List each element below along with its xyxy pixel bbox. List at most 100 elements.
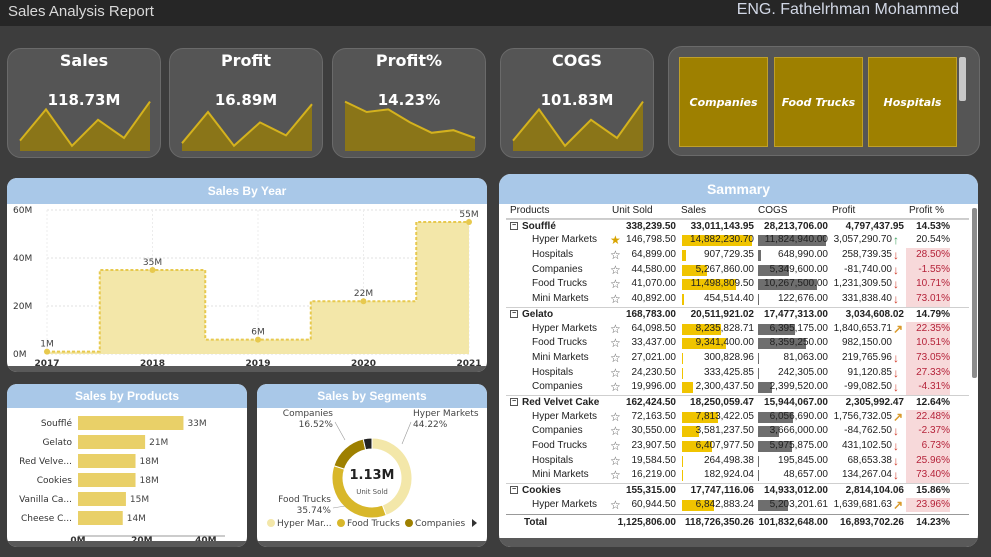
legend-swatch	[267, 519, 275, 527]
panel-title: Sammary	[499, 174, 978, 204]
column-header[interactable]: Unit Sold	[612, 204, 653, 219]
table-row[interactable]: Food Trucks ☆ 41,070.00 11,498,809.50 10,267…	[506, 277, 969, 293]
sales-by-products-chart[interactable]: Soufflé 33M Gelato 21M Red Velve... 18M Cookie…	[7, 408, 247, 541]
bar[interactable]	[78, 435, 146, 449]
bar[interactable]	[78, 492, 126, 506]
kpi-card-profit-pct[interactable]: Profit% 14.23%	[332, 48, 486, 158]
profit: 4,797,437.95	[845, 220, 904, 232]
table-row[interactable]: Companies ☆ 44,580.00 5,267,860.00 5,349,600…	[506, 262, 969, 278]
profit-pct: 22.35%	[906, 321, 950, 337]
table-row[interactable]: Hyper Markets ☆ 60,944.50 6,842,883.24 5,203…	[506, 497, 969, 513]
segment-name: Hospitals	[532, 454, 574, 466]
table-group-row[interactable]: − Red Velvet Cake 162,424.50 18,250,059.47 1…	[506, 394, 969, 410]
summary-scrollbar[interactable]	[972, 208, 977, 378]
column-header[interactable]: Products	[510, 204, 549, 219]
sparkline-area	[345, 101, 475, 151]
arrow-up-icon: ↑	[893, 233, 899, 248]
column-header[interactable]: Profit	[832, 204, 855, 219]
report-title: Sales Analysis Report	[8, 3, 154, 20]
segment-name: Companies	[532, 263, 583, 275]
donut-slice[interactable]	[333, 438, 367, 470]
table-group-row[interactable]: − Cookies 155,315.00 17,747,116.06 14,933,01…	[506, 483, 969, 498]
segment-name: Food Trucks	[532, 440, 588, 451]
unit-sold: 16,219.00	[631, 469, 677, 481]
table-row[interactable]: Food Trucks ☆ 33,437.00 9,341,400.00 8,359,2…	[506, 336, 969, 351]
collapse-icon[interactable]: −	[510, 222, 518, 231]
kpi-sparkline	[19, 101, 151, 151]
arrow-up-right-icon: ↗	[893, 321, 904, 336]
bar-value-label: 21M	[149, 438, 168, 448]
cogs: 17,477,313.00	[764, 308, 828, 320]
table-row[interactable]: Hyper Markets ★ 146,798.50 14,882,230.70 11,…	[506, 233, 969, 248]
cogs: 14,933,012.00	[764, 485, 828, 497]
table-group-row[interactable]: − Gelato 168,783.00 20,511,921.02 17,477,313…	[506, 306, 969, 322]
data-label: 55M	[459, 210, 478, 220]
table-row[interactable]: Companies ☆ 30,550.00 3,581,237.50 3,666,000…	[506, 424, 969, 439]
table-row[interactable]: Hospitals ☆ 64,899.00 907,729.35 648,990.00 2…	[506, 248, 969, 263]
panel-title: Sales By Year	[7, 178, 487, 204]
unit-sold: 40,892.00	[631, 293, 677, 305]
profit-pct: 73.40%	[906, 468, 950, 484]
bar[interactable]	[78, 511, 123, 525]
kpi-card-cogs[interactable]: COGS 101.83M	[500, 48, 654, 158]
cogs: 8,359,250.00	[769, 337, 828, 349]
sales: 454,514.40	[703, 293, 754, 305]
table-row[interactable]: Hyper Markets ☆ 64,098.50 8,235,828.71 6,395…	[506, 321, 969, 337]
unit-sold: 64,899.00	[631, 249, 677, 261]
segment-name: Food Trucks	[532, 278, 588, 290]
profit-pct: 6.73%	[906, 439, 950, 454]
cogs: 11,824,940.00	[764, 234, 828, 246]
table-row[interactable]: Companies ☆ 19,996.00 2,300,437.50 2,399,520…	[506, 380, 969, 395]
profit-pct: -2.37%	[906, 424, 950, 439]
collapse-icon[interactable]: −	[510, 310, 518, 319]
cogs: 2,399,520.00	[769, 381, 828, 393]
profit-pct: 14.79%	[916, 308, 950, 320]
profit: 1,840,653.71	[833, 322, 892, 334]
legend-next-icon[interactable]	[472, 519, 477, 527]
sales: 33,011,143.95	[690, 220, 754, 232]
bar[interactable]	[78, 473, 136, 487]
sales: 3,581,237.50	[695, 425, 754, 437]
profit-pct: 27.33%	[906, 365, 950, 381]
bar[interactable]	[78, 416, 184, 430]
column-header[interactable]: COGS	[758, 204, 787, 219]
callout-companies-pct: 16.52%	[299, 420, 334, 430]
table-row[interactable]: Mini Markets ☆ 16,219.00 182,924.04 48,657.0…	[506, 468, 969, 484]
column-header[interactable]: Profit %	[909, 204, 944, 219]
collapse-icon[interactable]: −	[510, 398, 518, 407]
y-tick-label: 0M	[13, 350, 27, 360]
legend-item-companies[interactable]: Companies	[405, 519, 466, 529]
kpi-card-sales[interactable]: Sales 118.73M	[7, 48, 161, 158]
profit-pct: 14.53%	[916, 220, 950, 232]
unit-sold: 168,783.00	[625, 308, 676, 320]
table-row[interactable]: Hospitals ☆ 24,230.50 333,425.85 242,305.00 9…	[506, 365, 969, 381]
segment-name: Hyper Markets	[532, 322, 598, 334]
slicer-item-food-trucks[interactable]: Food Trucks	[774, 57, 863, 147]
legend-item-food-trucks[interactable]: Food Trucks	[337, 519, 400, 529]
slicer-item-hospitals[interactable]: Hospitals	[868, 57, 957, 147]
table-row[interactable]: Hospitals ☆ 19,584.50 264,498.38 195,845.00 6…	[506, 453, 969, 469]
sales-by-year-chart[interactable]: 60M40M20M0M1M201735M20186M201922M202055M…	[7, 204, 487, 372]
collapse-icon[interactable]: −	[510, 486, 518, 495]
table-group-row[interactable]: − Soufflé 338,239.50 33,011,143.95 28,213,70…	[506, 218, 969, 234]
slicer-item-companies[interactable]: Companies	[679, 57, 768, 147]
legend-item-hyper-markets[interactable]: Hyper Mar...	[267, 519, 332, 529]
slicer-scrollbar[interactable]	[959, 57, 966, 101]
kpi-card-profit[interactable]: Profit 16.89M	[169, 48, 323, 158]
table-row[interactable]: Food Trucks ☆ 23,907.50 6,407,977.50 5,975,8…	[506, 439, 969, 454]
bar-value-label: 14M	[127, 514, 146, 524]
table-row[interactable]: Mini Markets ☆ 27,021.00 300,828.96 81,063.0…	[506, 350, 969, 366]
column-header[interactable]: Sales	[681, 204, 706, 219]
total-cogs: 101,832,648.00	[758, 517, 828, 528]
unit-sold: 162,424.50	[625, 396, 676, 408]
unit-sold: 24,230.50	[631, 366, 677, 378]
segment-name: Food Trucks	[532, 337, 588, 349]
unit-sold: 19,584.50	[631, 454, 677, 466]
kpi-sparkline	[512, 101, 644, 151]
panel-footer	[499, 538, 978, 547]
table-row[interactable]: Mini Markets ☆ 40,892.00 454,514.40 122,676.…	[506, 292, 969, 307]
profit: 431,102.50	[841, 440, 892, 451]
table-row[interactable]: Hyper Markets ☆ 72,163.50 7,813,422.05 6,056…	[506, 409, 969, 425]
bar[interactable]	[78, 454, 136, 468]
sales-by-segments-chart[interactable]: 1.13M Unit Sold Companies 16.52% Hyper M…	[257, 408, 487, 541]
